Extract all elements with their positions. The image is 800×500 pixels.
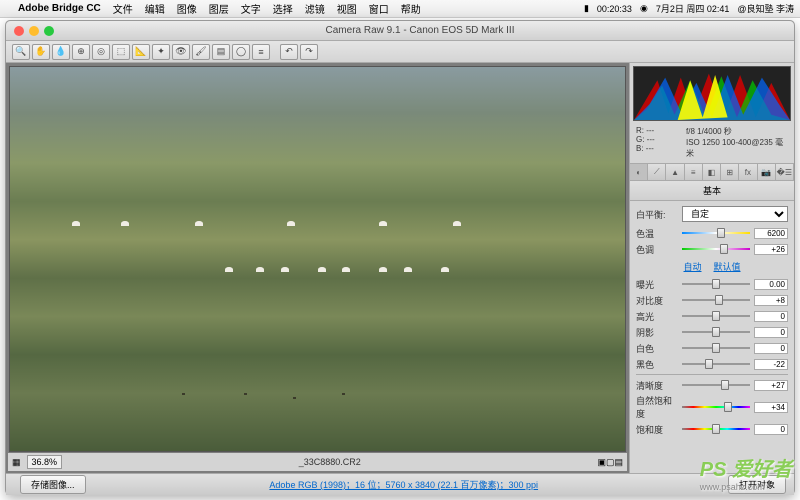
meta-iso: ISO 1250 100-400@235 毫米 bbox=[686, 137, 788, 159]
preview-area: ▦ 36.8% _33C8880.CR2 ▣▢▤ bbox=[6, 63, 629, 473]
sliders-container: 白平衡: 自定 色温6200 色调+26 自动默认值 曝光0.00 对比度+8 高… bbox=[630, 201, 794, 473]
tab-curve[interactable]: ⟋ bbox=[648, 164, 666, 180]
menu-edit[interactable]: 编辑 bbox=[145, 1, 165, 16]
menu-window[interactable]: 窗口 bbox=[369, 1, 389, 16]
slider-exposure: 曝光0.00 bbox=[636, 277, 788, 291]
preview-footer: ▦ 36.8% _33C8880.CR2 ▣▢▤ bbox=[8, 453, 627, 471]
status-timer: 00:20:33 bbox=[597, 4, 632, 14]
app-name[interactable]: Adobe Bridge CC bbox=[18, 3, 101, 14]
adjustments-panel: R: ---G: ---B: ---f/8 1/4000 秒ISO 1250 1… bbox=[629, 63, 794, 473]
slider-whites: 白色0 bbox=[636, 341, 788, 355]
menu-filter[interactable]: 滤镜 bbox=[305, 1, 325, 16]
slider-blacks: 黑色-22 bbox=[636, 357, 788, 371]
menu-image[interactable]: 图像 bbox=[177, 1, 197, 16]
battery-icon: ▮ bbox=[584, 3, 589, 14]
window-footer: 存储图像... Adobe RGB (1998)；16 位；5760 x 384… bbox=[6, 473, 794, 495]
graduated-filter-icon[interactable]: ▤ bbox=[212, 44, 230, 60]
status-clock: 7月2日 周四 02:41 bbox=[656, 2, 730, 15]
save-button[interactable]: 存储图像... bbox=[20, 475, 86, 494]
menu-file[interactable]: 文件 bbox=[113, 1, 133, 16]
wb-tool-icon[interactable]: 💧 bbox=[52, 44, 70, 60]
wifi-icon: ◉ bbox=[640, 3, 648, 14]
status-user: @良知塾 李涛 bbox=[737, 2, 794, 15]
wb-select[interactable]: 自定 bbox=[682, 206, 788, 222]
window-controls bbox=[14, 26, 54, 36]
filename: _33C8880.CR2 bbox=[68, 457, 591, 467]
window-title: Camera Raw 9.1 - Canon EOS 5D Mark III bbox=[54, 25, 786, 36]
slider-clarity: 清晰度+27 bbox=[636, 378, 788, 392]
meta-b: B: --- bbox=[636, 144, 686, 153]
tab-detail[interactable]: ▲ bbox=[666, 164, 684, 180]
target-adjust-icon[interactable]: ◎ bbox=[92, 44, 110, 60]
toolbar: 🔍 ✋ 💧 ⊕ ◎ ⬚ 📐 ✦ 👁 🖌 ▤ ◯ ≡ ↶ ↷ bbox=[6, 41, 794, 63]
close-icon[interactable] bbox=[14, 26, 24, 36]
titlebar: Camera Raw 9.1 - Canon EOS 5D Mark III bbox=[6, 21, 794, 41]
workflow-link[interactable]: Adobe RGB (1998)；16 位；5760 x 3840 (22.1 … bbox=[86, 478, 722, 491]
tab-hsl[interactable]: ≡ bbox=[685, 164, 703, 180]
open-button[interactable]: 打开对象 bbox=[728, 475, 786, 494]
zoom-level[interactable]: 36.8% bbox=[27, 455, 63, 469]
panel-header: 基本 bbox=[630, 181, 794, 201]
image-canvas[interactable] bbox=[9, 66, 626, 452]
menu-layer[interactable]: 图层 bbox=[209, 1, 229, 16]
prefs-icon[interactable]: ≡ bbox=[252, 44, 270, 60]
tab-presets[interactable]: �☰ bbox=[776, 164, 794, 180]
histogram[interactable] bbox=[633, 66, 791, 121]
radial-filter-icon[interactable]: ◯ bbox=[232, 44, 250, 60]
rotate-ccw-icon[interactable]: ↶ bbox=[280, 44, 298, 60]
tab-fx[interactable]: fx bbox=[739, 164, 757, 180]
wb-label: 白平衡: bbox=[636, 208, 678, 221]
tab-camera[interactable]: 📷 bbox=[758, 164, 776, 180]
crop-tool-icon[interactable]: ⬚ bbox=[112, 44, 130, 60]
menu-help[interactable]: 帮助 bbox=[401, 1, 421, 16]
menu-text[interactable]: 文字 bbox=[241, 1, 261, 16]
meta-g: G: --- bbox=[636, 135, 686, 144]
menu-view[interactable]: 视图 bbox=[337, 1, 357, 16]
zoom-tool-icon[interactable]: 🔍 bbox=[12, 44, 30, 60]
slider-contrast: 对比度+8 bbox=[636, 293, 788, 307]
slider-vibrance: 自然饱和度+34 bbox=[636, 394, 788, 420]
default-link[interactable]: 默认值 bbox=[714, 260, 741, 273]
slider-tint: 色调+26 bbox=[636, 242, 788, 256]
panel-tabs: ◐ ⟋ ▲ ≡ ◧ ⊞ fx 📷 �☰ bbox=[630, 163, 794, 181]
filmstrip-icon[interactable]: ▦ bbox=[12, 457, 21, 468]
hand-tool-icon[interactable]: ✋ bbox=[32, 44, 50, 60]
tab-split[interactable]: ◧ bbox=[703, 164, 721, 180]
auto-link[interactable]: 自动 bbox=[683, 260, 701, 273]
slider-saturation: 饱和度0 bbox=[636, 422, 788, 436]
macos-menubar: Adobe Bridge CC 文件 编辑 图像 图层 文字 选择 滤镜 视图 … bbox=[0, 0, 800, 18]
spot-removal-icon[interactable]: ✦ bbox=[152, 44, 170, 60]
slider-highlights: 高光0 bbox=[636, 309, 788, 323]
minimize-icon[interactable] bbox=[29, 26, 39, 36]
zoom-icon[interactable] bbox=[44, 26, 54, 36]
tab-basic[interactable]: ◐ bbox=[630, 164, 648, 180]
preview-mode-icon[interactable]: ▣▢▤ bbox=[597, 457, 623, 468]
meta-f: f/8 1/4000 秒 bbox=[686, 126, 788, 137]
tab-lens[interactable]: ⊞ bbox=[721, 164, 739, 180]
redeye-tool-icon[interactable]: 👁 bbox=[172, 44, 190, 60]
meta-r: R: --- bbox=[636, 126, 686, 135]
slider-temp: 色温6200 bbox=[636, 226, 788, 240]
adjustment-brush-icon[interactable]: 🖌 bbox=[192, 44, 210, 60]
straighten-tool-icon[interactable]: 📐 bbox=[132, 44, 150, 60]
menu-select[interactable]: 选择 bbox=[273, 1, 293, 16]
color-sampler-icon[interactable]: ⊕ bbox=[72, 44, 90, 60]
slider-shadows: 阴影0 bbox=[636, 325, 788, 339]
camera-raw-window: Camera Raw 9.1 - Canon EOS 5D Mark III 🔍… bbox=[5, 20, 795, 495]
rotate-cw-icon[interactable]: ↷ bbox=[300, 44, 318, 60]
